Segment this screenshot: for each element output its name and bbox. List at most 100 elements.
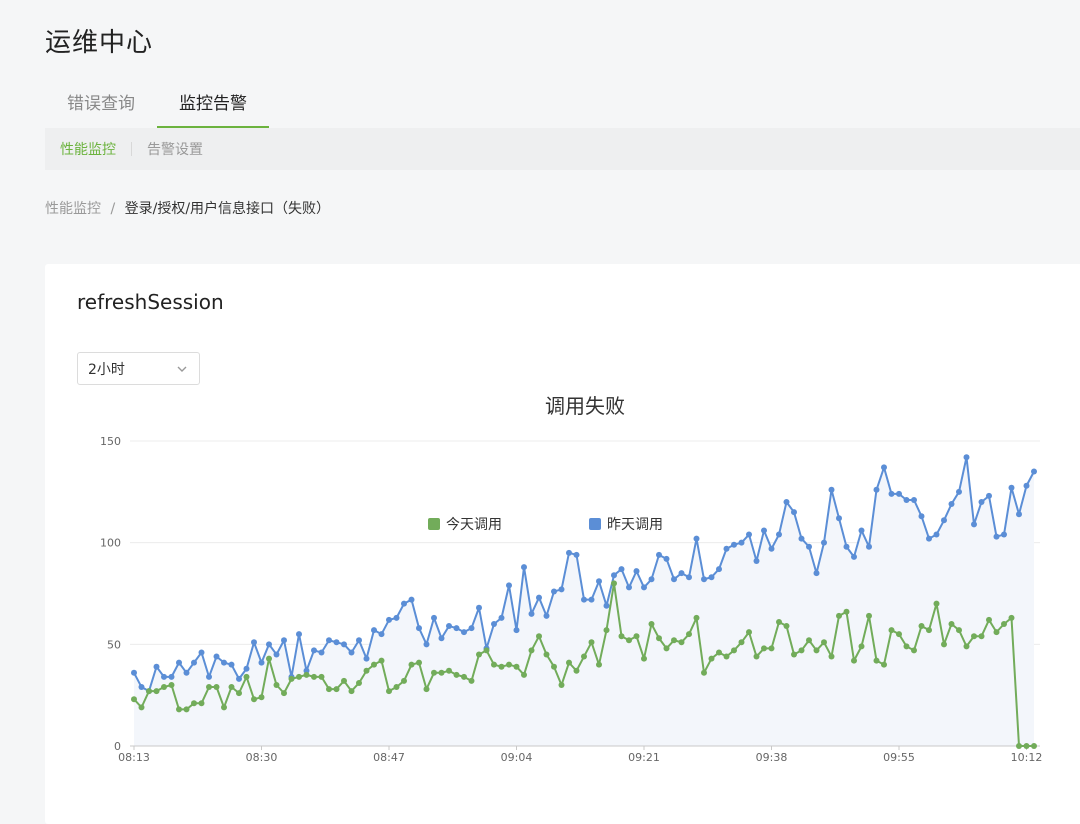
data-point-today — [168, 682, 175, 688]
data-point-yesterday — [468, 625, 475, 632]
data-point-yesterday — [348, 649, 355, 656]
data-point-today — [618, 633, 625, 640]
data-point-today — [176, 706, 182, 713]
data-point-yesterday — [738, 539, 745, 546]
chart-legend: 今天调用 昨天调用 — [0, 514, 1080, 534]
data-point-today — [521, 671, 527, 678]
x-tick-label: 08:13 — [118, 751, 150, 764]
data-point-today — [408, 661, 415, 668]
data-point-today — [558, 682, 565, 688]
data-point-today — [723, 653, 730, 660]
data-point-today — [483, 647, 490, 654]
data-point-today — [213, 684, 220, 691]
data-point-today — [333, 686, 340, 693]
data-point-today — [753, 653, 760, 660]
data-point-yesterday — [453, 625, 460, 632]
data-point-today — [513, 663, 520, 670]
data-point-today — [1031, 743, 1037, 749]
data-point-today — [731, 647, 737, 654]
data-point-today — [843, 608, 850, 615]
data-point-today — [191, 700, 197, 707]
x-tick-label: 08:30 — [246, 751, 278, 764]
data-point-yesterday — [521, 564, 527, 571]
legend-item-today[interactable]: 今天调用 — [428, 514, 502, 534]
data-point-yesterday — [618, 566, 625, 573]
data-point-yesterday — [326, 637, 332, 644]
data-point-yesterday — [153, 663, 160, 670]
data-point-yesterday — [243, 665, 250, 672]
data-point-yesterday — [888, 490, 895, 497]
data-point-today — [183, 706, 190, 713]
data-point-today — [791, 651, 797, 658]
data-point-yesterday — [296, 631, 302, 638]
data-point-today — [768, 645, 775, 652]
data-point-yesterday — [558, 586, 565, 593]
data-point-today — [536, 633, 542, 640]
data-point-today — [431, 669, 437, 676]
data-point-today — [873, 657, 880, 664]
data-point-yesterday — [386, 616, 392, 623]
data-point-today — [491, 661, 497, 668]
data-point-yesterday — [873, 486, 880, 493]
data-point-today — [1001, 621, 1007, 627]
data-point-yesterday — [633, 568, 640, 575]
data-point-yesterday — [506, 582, 512, 589]
data-point-yesterday — [236, 675, 242, 682]
data-point-yesterday — [978, 499, 985, 505]
data-point-yesterday — [423, 641, 430, 648]
data-point-yesterday — [551, 588, 557, 595]
legend-item-yesterday[interactable]: 昨天调用 — [589, 514, 663, 534]
data-point-today — [948, 621, 955, 627]
y-tick-label: 100 — [100, 537, 121, 550]
data-point-today — [386, 688, 392, 695]
data-point-yesterday — [221, 659, 227, 666]
data-point-yesterday — [333, 639, 340, 646]
data-point-yesterday — [356, 637, 362, 644]
data-point-yesterday — [783, 499, 790, 505]
data-point-yesterday — [626, 584, 632, 591]
data-point-today — [243, 673, 250, 680]
data-point-yesterday — [851, 553, 857, 560]
data-point-today — [678, 639, 685, 646]
data-point-today — [888, 627, 895, 634]
data-point-yesterday — [843, 543, 850, 550]
data-point-today — [206, 684, 212, 691]
data-point-today — [633, 633, 640, 640]
data-point-yesterday — [258, 659, 265, 666]
data-point-yesterday — [363, 655, 370, 662]
data-point-today — [581, 653, 587, 660]
legend-swatch-yesterday — [589, 518, 601, 530]
data-point-today — [146, 688, 152, 695]
data-point-yesterday — [806, 543, 812, 550]
data-point-today — [363, 667, 370, 674]
data-point-today — [1008, 614, 1015, 621]
data-point-yesterday — [228, 661, 235, 668]
data-point-yesterday — [476, 604, 482, 611]
data-point-yesterday — [198, 649, 205, 656]
data-point-today — [746, 629, 752, 636]
data-point-yesterday — [131, 669, 137, 676]
data-point-today — [153, 688, 160, 695]
data-point-today — [303, 671, 310, 678]
data-point-yesterday — [401, 600, 407, 607]
data-point-today — [993, 629, 1000, 636]
data-point-today — [603, 627, 610, 634]
data-point-today — [738, 639, 745, 646]
data-point-yesterday — [581, 596, 587, 603]
data-point-today — [221, 704, 227, 711]
data-point-yesterday — [828, 486, 835, 493]
data-point-today — [161, 684, 167, 691]
data-point-yesterday — [701, 576, 707, 583]
data-point-today — [671, 637, 677, 644]
data-point-today — [708, 655, 715, 662]
data-point-yesterday — [498, 614, 505, 621]
data-point-today — [611, 580, 617, 587]
data-point-today — [318, 673, 325, 680]
data-point-today — [326, 686, 332, 693]
data-point-yesterday — [656, 551, 662, 558]
data-point-yesterday — [566, 549, 572, 556]
data-point-today — [288, 675, 295, 682]
data-point-yesterday — [881, 464, 887, 471]
line-chart: 调用失败 05010015008:13 08:30 08:47 09:04 09:21 0… — [100, 394, 1042, 764]
data-point-today — [866, 612, 872, 619]
